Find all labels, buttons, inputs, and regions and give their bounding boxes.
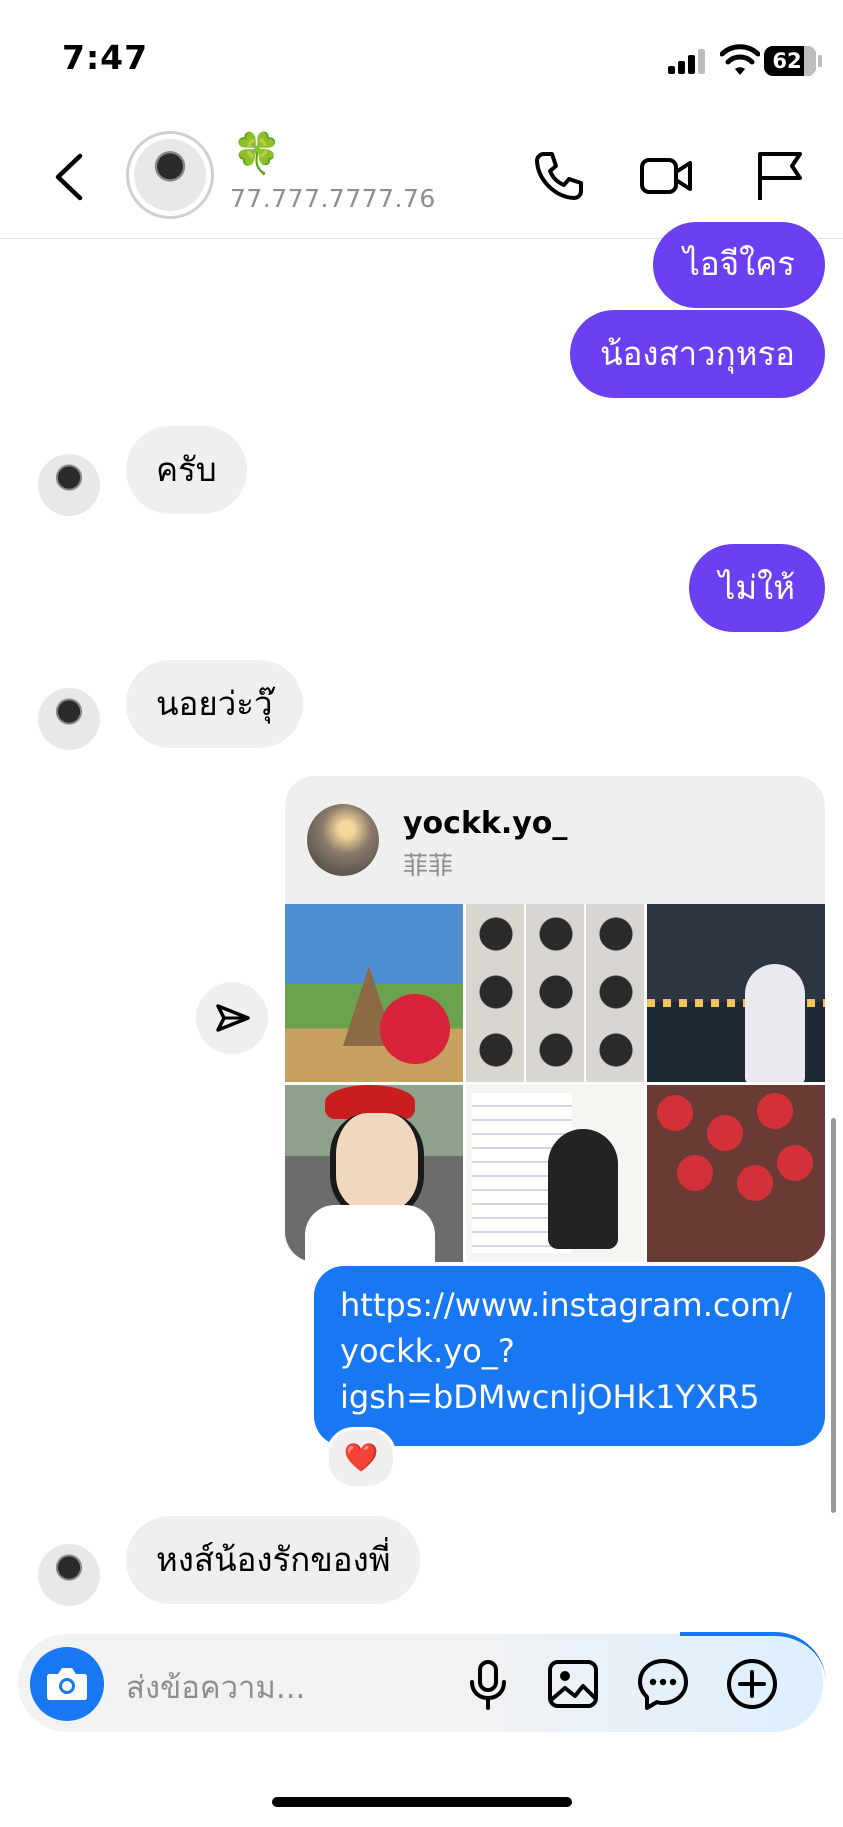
- camera-icon[interactable]: [30, 1647, 104, 1721]
- post-username[interactable]: yockk.yo_: [403, 806, 567, 841]
- scrollbar[interactable]: [831, 1118, 836, 1513]
- message-incoming[interactable]: ครับ: [126, 426, 247, 514]
- link-line[interactable]: igsh=bDMwcnljOHk1YXR5: [340, 1374, 799, 1420]
- poster-photo[interactable]: [466, 1084, 644, 1262]
- back-chevron-icon[interactable]: [50, 150, 90, 205]
- battery-icon: 62: [764, 46, 816, 76]
- link-message[interactable]: https://www.instagram.com/ yockk.yo_? ig…: [314, 1266, 825, 1446]
- post-subtitle: 菲菲: [403, 851, 454, 880]
- video-camera-icon[interactable]: [638, 148, 694, 204]
- message-outgoing[interactable]: น้องสาวกุหรอ: [570, 310, 825, 398]
- sender-avatar[interactable]: [38, 454, 100, 516]
- wifi-icon: [720, 44, 760, 75]
- cellular-signal-icon: [668, 48, 706, 74]
- lanterns-photo[interactable]: [647, 1084, 825, 1262]
- red-hat-photo[interactable]: [285, 1084, 463, 1262]
- sender-avatar[interactable]: [38, 1544, 100, 1606]
- contact-avatar[interactable]: [126, 131, 214, 219]
- message-outgoing[interactable]: ไม่ให้: [688, 544, 825, 632]
- contact-handle[interactable]: 77.777.7777.76: [230, 184, 436, 213]
- message-input[interactable]: ส่งข้อความ...: [126, 1662, 305, 1712]
- battery-level: 62: [772, 49, 802, 73]
- shared-post-card[interactable]: yockk.yo_ 菲菲: [285, 776, 825, 1262]
- link-line[interactable]: yockk.yo_?: [340, 1328, 799, 1374]
- sender-avatar[interactable]: [38, 688, 100, 750]
- sticker-chat-icon[interactable]: [635, 1656, 691, 1712]
- image-icon[interactable]: [545, 1656, 601, 1712]
- link-line[interactable]: https://www.instagram.com/: [340, 1282, 799, 1328]
- post-author-avatar[interactable]: [307, 804, 379, 876]
- post-photo-grid[interactable]: [285, 904, 825, 1262]
- battery-cap: [818, 55, 822, 67]
- phone-icon[interactable]: [530, 148, 586, 204]
- contact-name-emoji[interactable]: 🍀: [232, 132, 282, 176]
- message-outgoing[interactable]: ไอจีใคร: [653, 222, 825, 308]
- message-incoming[interactable]: หงส์น้องรักของพี่: [126, 1516, 421, 1604]
- flag-icon[interactable]: [752, 148, 808, 204]
- selfie-collage-photo[interactable]: [466, 904, 644, 1082]
- microphone-icon[interactable]: [460, 1656, 516, 1712]
- message-incoming[interactable]: นอยว่ะวุ๊: [126, 660, 303, 748]
- home-indicator[interactable]: [272, 1797, 572, 1807]
- night-river-photo[interactable]: [647, 904, 825, 1082]
- share-send-icon[interactable]: [196, 982, 268, 1054]
- heart-reaction[interactable]: ❤️: [326, 1427, 396, 1489]
- temple-umbrella-photo[interactable]: [285, 904, 463, 1082]
- avatar-photo: [134, 139, 206, 211]
- status-time: 7:47: [62, 38, 149, 77]
- plus-circle-icon[interactable]: [724, 1656, 780, 1712]
